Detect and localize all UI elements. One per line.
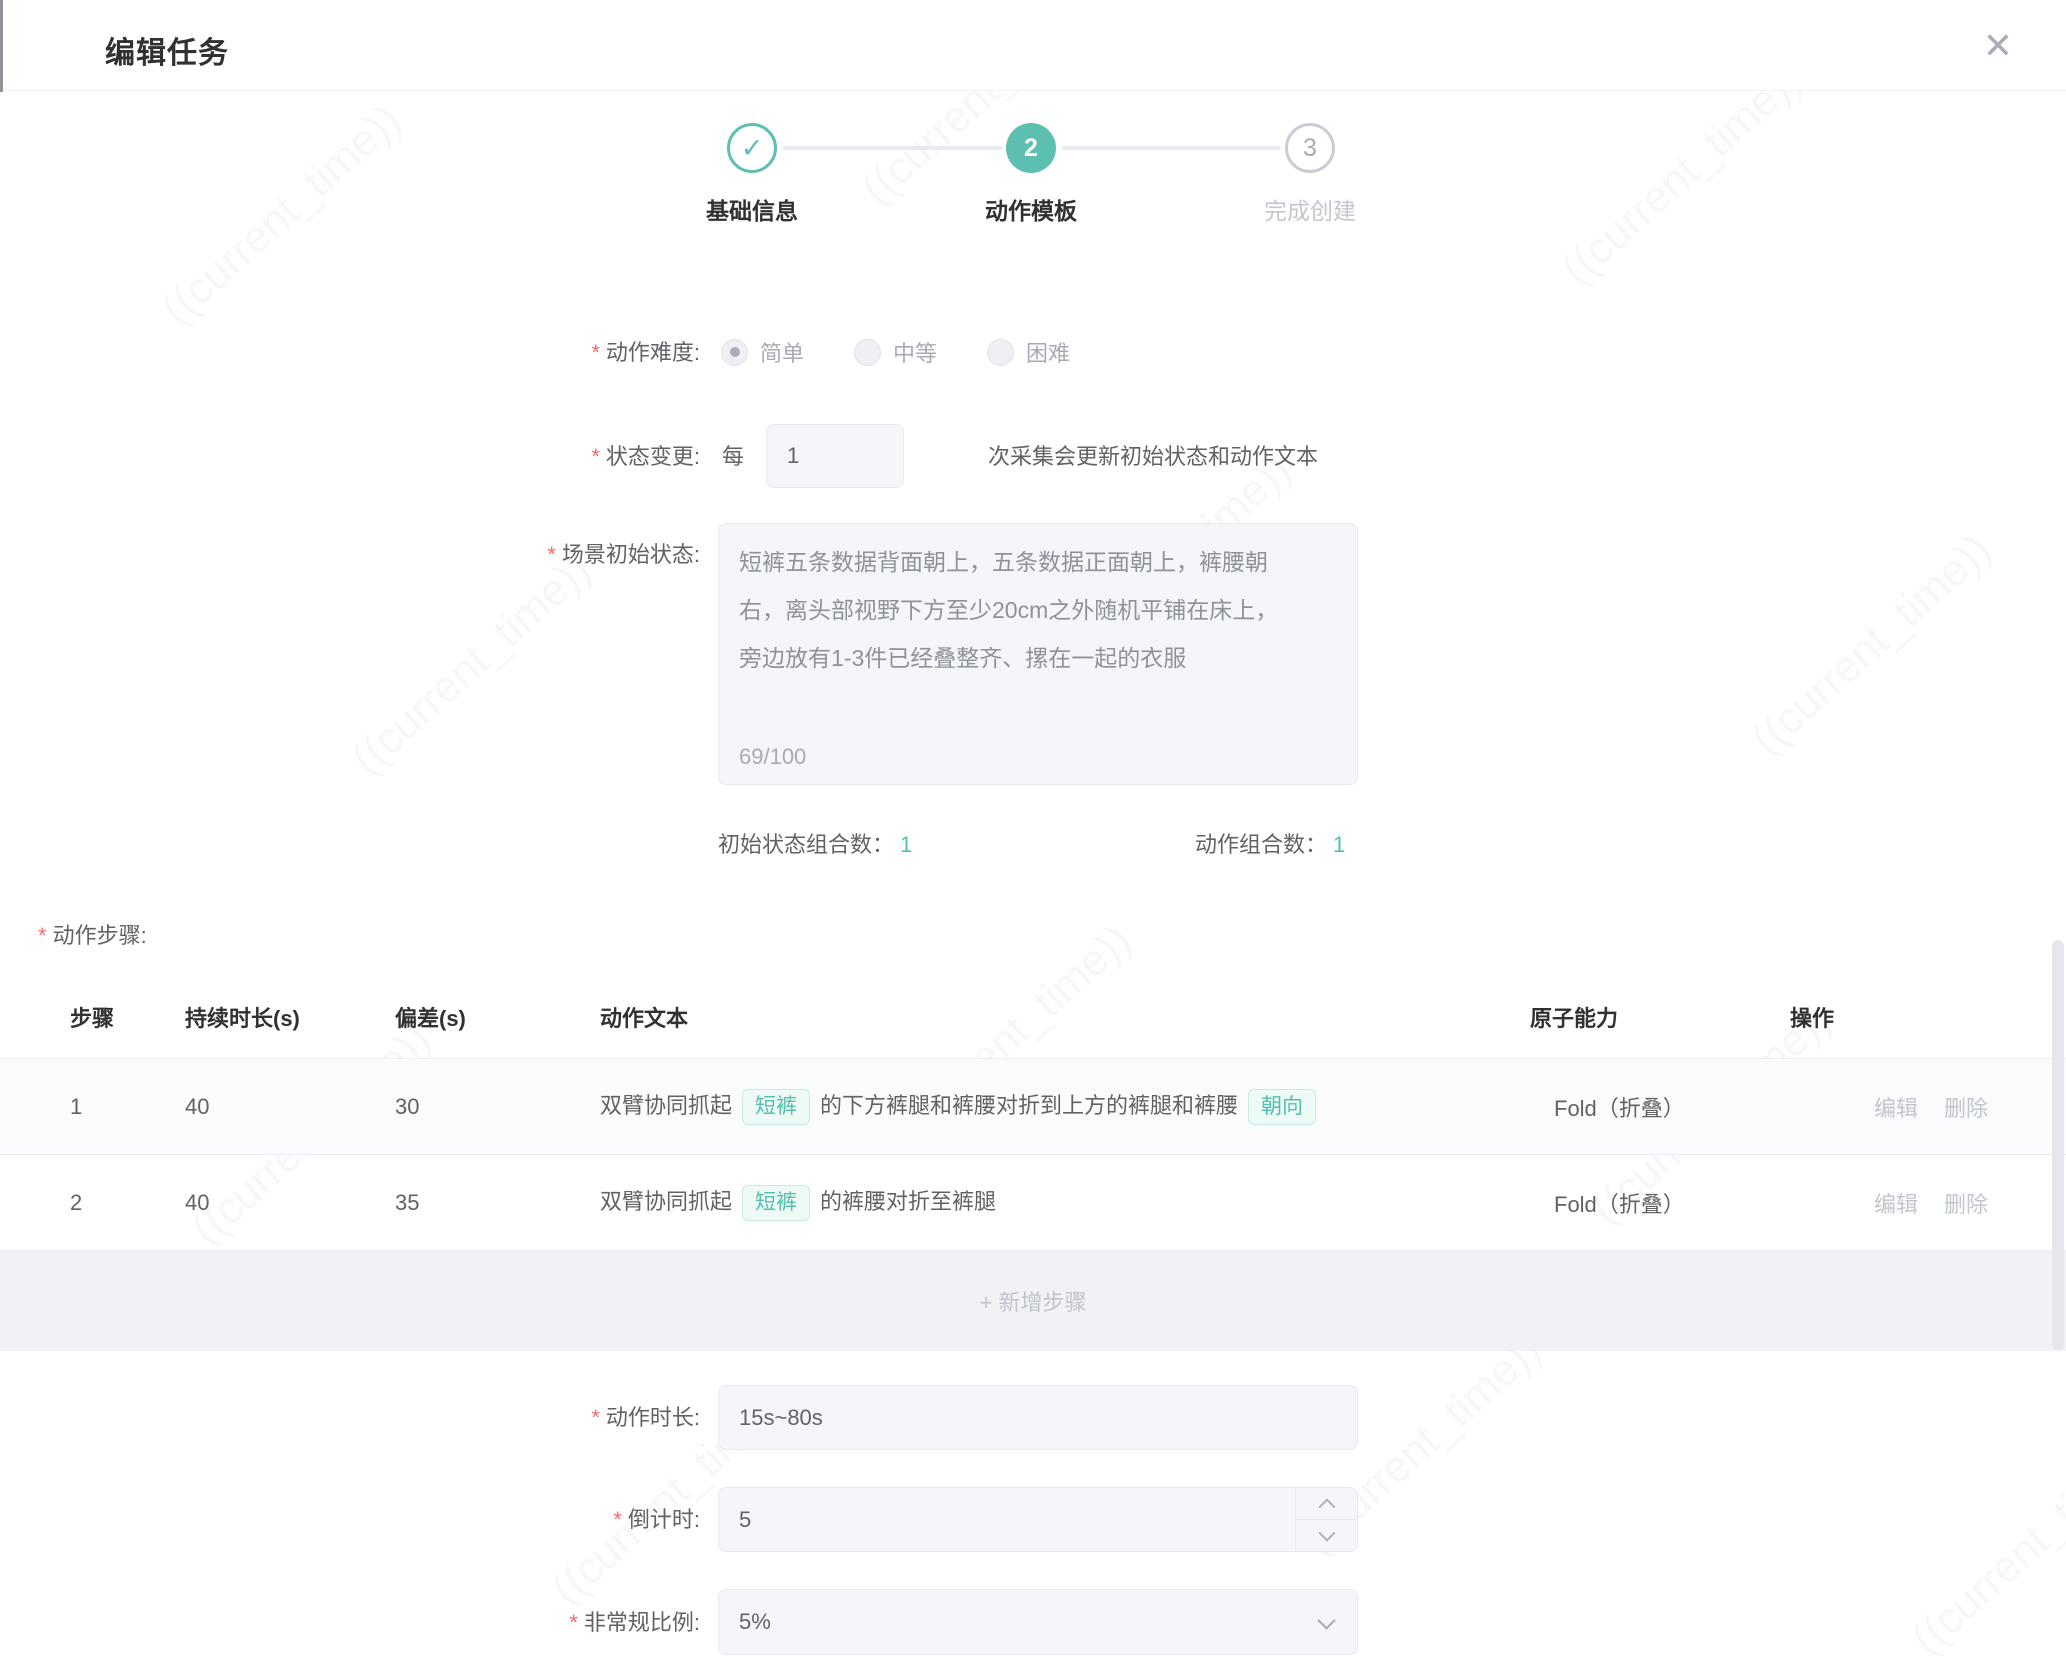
action-combo-value: 1 [1333, 832, 1345, 857]
state-change-suffix: 次采集会更新初始状态和动作文本 [988, 442, 1318, 472]
edit-link[interactable]: 编辑 [1874, 1091, 1918, 1123]
col-header-text: 动作文本 [600, 1001, 1530, 1033]
col-header-ability: 原子能力 [1530, 1001, 1790, 1033]
required-asterisk: * [591, 444, 600, 469]
initial-state-label: *场景初始状态: [0, 540, 700, 570]
col-header-step: 步骤 [70, 1001, 185, 1033]
state-change-label: *状态变更: [0, 442, 700, 472]
initial-state-value: 短裤五条数据背面朝上，五条数据正面朝上，裤腰朝右，离头部视野下方至少20cm之外… [739, 538, 1284, 682]
step-connector-2 [1062, 146, 1281, 150]
radio-circle-checked [721, 339, 748, 366]
object-tag: 短裤 [742, 1089, 810, 1125]
unusual-ratio-label: *非常规比例: [0, 1608, 700, 1638]
col-header-deviation: 偏差(s) [395, 1001, 600, 1033]
radio-label: 简单 [760, 336, 804, 368]
close-icon[interactable]: ✕ [1972, 20, 2024, 72]
state-change-input[interactable]: 1 [766, 424, 904, 488]
action-steps-table: 步骤 持续时长(s) 偏差(s) 动作文本 原子能力 操作 1 40 30 双臂… [0, 975, 2066, 1351]
delete-link[interactable]: 删除 [1944, 1091, 1988, 1123]
table-header-row: 步骤 持续时长(s) 偏差(s) 动作文本 原子能力 操作 [0, 975, 2066, 1059]
chevron-up-icon [1318, 1498, 1335, 1515]
step-connector-1 [783, 146, 1002, 150]
cell-duration: 40 [185, 1094, 395, 1120]
duration-value: 15s~80s [739, 1405, 823, 1431]
radio-circle [854, 339, 881, 366]
table-row: 1 40 30 双臂协同抓起短裤的下方裤腿和裤腰对折到上方的裤腿和裤腰朝向 Fo… [0, 1059, 2066, 1155]
cell-duration: 40 [185, 1190, 395, 1216]
radio-option-medium[interactable]: 中等 [854, 336, 937, 368]
edit-link[interactable]: 编辑 [1874, 1187, 1918, 1219]
required-asterisk: * [591, 1405, 600, 1430]
cell-deviation: 35 [395, 1190, 600, 1216]
initial-combo-count: 初始状态组合数：1 [718, 827, 912, 859]
difficulty-radio-group: 简单 中等 困难 [721, 334, 1070, 370]
required-asterisk: * [547, 542, 556, 567]
step-3-label: 完成创建 [1200, 192, 1420, 226]
cell-action-text: 双臂协同抓起短裤的裤腰对折至裤腿 [600, 1184, 1530, 1221]
radio-label: 困难 [1026, 336, 1070, 368]
radio-option-easy[interactable]: 简单 [721, 336, 804, 368]
dialog-header: 编辑任务 ✕ [0, 0, 2066, 91]
step-1-label: 基础信息 [642, 192, 862, 226]
col-header-ops: 操作 [1790, 1001, 2066, 1033]
step-1-check-icon: ✓ [727, 123, 777, 173]
cell-action-text: 双臂协同抓起短裤的下方裤腿和裤腰对折到上方的裤腿和裤腰朝向 [600, 1088, 1530, 1125]
required-asterisk: * [591, 340, 600, 365]
scrollbar-thumb[interactable] [2052, 940, 2064, 1350]
cell-deviation: 30 [395, 1094, 600, 1120]
duration-label: *动作时长: [0, 1403, 700, 1433]
number-spinner [1295, 1488, 1357, 1551]
initial-combo-value: 1 [900, 832, 912, 857]
orientation-tag: 朝向 [1248, 1089, 1316, 1125]
spinner-up-button[interactable] [1296, 1488, 1357, 1520]
countdown-label: *倒计时: [0, 1505, 700, 1535]
cell-ability: Fold（折叠） [1530, 1091, 1790, 1123]
countdown-input[interactable]: 5 [718, 1487, 1358, 1552]
step-2-circle: 2 [1006, 123, 1056, 173]
cell-operations: 编辑 删除 [1790, 1187, 2066, 1219]
countdown-value: 5 [739, 1507, 751, 1533]
dialog-title: 编辑任务 [105, 28, 229, 72]
table-row: 2 40 35 双臂协同抓起短裤的裤腰对折至裤腿 Fold（折叠） 编辑 删除 [0, 1155, 2066, 1251]
state-change-prefix: 每 [722, 442, 744, 472]
radio-label: 中等 [893, 336, 937, 368]
step-2-label: 动作模板 [921, 192, 1141, 226]
required-asterisk: * [613, 1507, 622, 1532]
object-tag: 短裤 [742, 1185, 810, 1221]
radio-circle [987, 339, 1014, 366]
delete-link[interactable]: 删除 [1944, 1187, 1988, 1219]
required-asterisk: * [38, 923, 47, 948]
step-3-circle: 3 [1285, 123, 1335, 173]
page-edge-strip [0, 0, 3, 92]
unusual-ratio-value: 5% [739, 1609, 771, 1635]
add-step-button[interactable]: + 新增步骤 [0, 1251, 2066, 1351]
required-asterisk: * [569, 1610, 578, 1635]
chevron-down-icon [1317, 1611, 1335, 1629]
unusual-ratio-select[interactable]: 5% [718, 1589, 1358, 1655]
cell-step: 1 [70, 1094, 185, 1120]
radio-option-hard[interactable]: 困难 [987, 336, 1070, 368]
action-steps-label: *动作步骤: [38, 921, 147, 951]
col-header-duration: 持续时长(s) [185, 1001, 395, 1033]
duration-input[interactable]: 15s~80s [718, 1385, 1358, 1450]
difficulty-label: *动作难度: [0, 338, 700, 368]
chevron-down-icon [1318, 1524, 1335, 1541]
char-counter: 69/100 [739, 744, 806, 770]
initial-state-textarea[interactable]: 短裤五条数据背面朝上，五条数据正面朝上，裤腰朝右，离头部视野下方至少20cm之外… [718, 523, 1358, 785]
state-change-value: 1 [787, 443, 799, 469]
cell-ability: Fold（折叠） [1530, 1187, 1790, 1219]
cell-operations: 编辑 删除 [1790, 1091, 2066, 1123]
edit-task-dialog: ((current_time)) ((current_time)) ((curr… [0, 0, 2066, 1660]
cell-step: 2 [70, 1190, 185, 1216]
action-combo-count: 动作组合数：1 [1195, 827, 1345, 859]
spinner-down-button[interactable] [1296, 1520, 1357, 1551]
